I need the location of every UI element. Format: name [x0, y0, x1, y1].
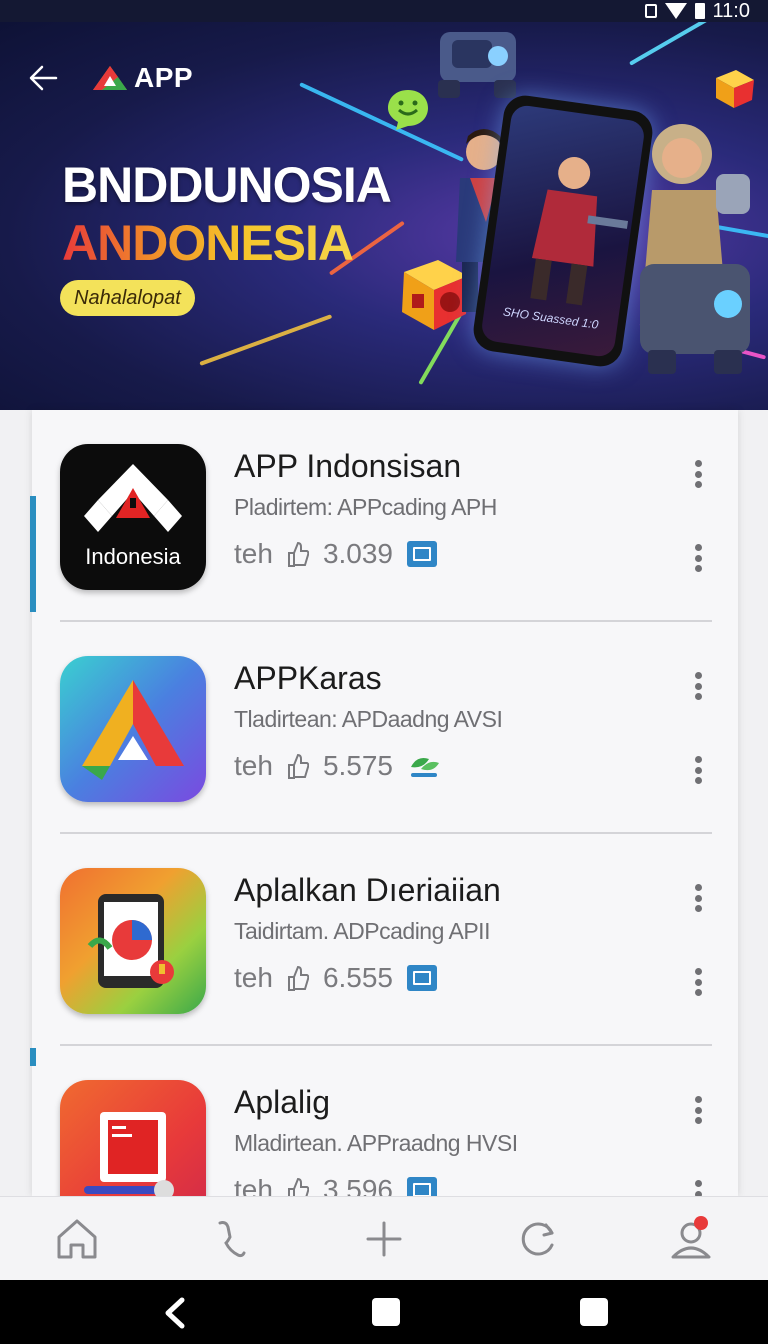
app-list: Indonesia APP Indonsisan Pladirtem: APPc…	[32, 410, 738, 1196]
more-options-icon[interactable]	[694, 544, 702, 572]
like-count: 3.039	[322, 538, 394, 569]
thumbs-up-icon	[287, 541, 309, 567]
wifi-icon	[664, 3, 687, 19]
app-icon-aplalkan[interactable]	[60, 868, 206, 1014]
meta-label: teh	[234, 538, 273, 569]
app-subtitle: Tladirtean: APDaadng AVSI	[234, 706, 503, 732]
system-back-icon[interactable]	[160, 1296, 190, 1330]
refresh-icon[interactable]	[514, 1215, 562, 1263]
like-count: 3.596	[322, 1174, 394, 1196]
list-item[interactable]: Indonesia APP Indonsisan Pladirtem: APPc…	[32, 410, 738, 622]
system-nav-bar	[0, 1280, 768, 1344]
list-item[interactable]: Aplalkan Dıeriaiian Taidirtam. ADPcading…	[32, 834, 738, 1046]
more-options-icon[interactable]	[694, 1096, 702, 1124]
more-options-icon[interactable]	[694, 756, 702, 784]
app-icon-indonesia[interactable]: Indonesia	[60, 444, 206, 590]
notification-icon	[644, 4, 657, 18]
app-meta: teh 6.555	[234, 962, 438, 994]
logo-triangle-icon	[93, 66, 127, 90]
meta-label: teh	[234, 1174, 273, 1196]
meta-label: teh	[234, 750, 273, 781]
character-right-icon	[640, 124, 750, 374]
app-meta: teh 5.575	[234, 750, 441, 782]
thumbs-up-icon	[287, 1177, 309, 1196]
chart-badge-icon	[407, 541, 438, 567]
app-title[interactable]: Aplalkan Dıeriaiian	[234, 872, 501, 909]
plus-icon[interactable]	[360, 1215, 408, 1263]
app-title[interactable]: APP Indonsisan	[234, 448, 461, 485]
status-bar: 11:0	[0, 0, 768, 22]
app-title[interactable]: Aplalig	[234, 1084, 330, 1121]
like-count: 5.575	[322, 750, 394, 781]
app-meta: teh 3.039	[234, 538, 438, 570]
hero-banner: APP BNDDUNOSIA ANDONESIA Nahalalopat SHO…	[0, 22, 768, 410]
chart-badge-icon	[407, 965, 438, 991]
back-arrow-icon[interactable]	[26, 60, 62, 96]
list-item[interactable]: Aplalig Mladirtean. APPraadng HVSI teh 3…	[32, 1046, 738, 1196]
system-recents-button[interactable]	[580, 1298, 608, 1326]
app-subtitle: Pladirtem: APPcading APH	[234, 494, 497, 520]
more-options-icon[interactable]	[694, 1180, 702, 1196]
more-options-icon[interactable]	[694, 672, 702, 700]
small-dice-icon	[716, 70, 754, 108]
list-accent-bar	[30, 496, 36, 612]
list-item[interactable]: APPKaras Tladirtean: APDaadng AVSI teh 5…	[32, 622, 738, 834]
chat-bubble-icon	[388, 90, 428, 130]
more-options-icon[interactable]	[694, 884, 702, 912]
status-time: 11:0	[712, 0, 750, 22]
status-icons: 11:0	[644, 0, 750, 22]
phone-icon[interactable]	[206, 1215, 254, 1263]
app-logo: APP	[92, 62, 193, 94]
app-subtitle: Mladirtean. APPraadng HVSI	[234, 1130, 518, 1156]
robot-vehicle-icon	[438, 32, 516, 98]
app-subtitle: Taidirtam. ADPcading APII	[234, 918, 490, 944]
banner-headline-2: ANDONESIA	[62, 215, 354, 271]
app-icon-appkaras[interactable]	[60, 656, 206, 802]
banner-headline-1: BNDDUNOSIA	[62, 157, 392, 213]
home-icon[interactable]	[53, 1215, 101, 1263]
logo-text: APP	[134, 62, 194, 93]
battery-icon	[694, 3, 705, 19]
profile-icon[interactable]	[667, 1215, 715, 1263]
like-count: 6.555	[322, 962, 394, 993]
thumbs-up-icon	[287, 965, 309, 991]
meta-label: teh	[234, 962, 273, 993]
chart-badge-icon	[407, 1177, 438, 1196]
system-home-button[interactable]	[372, 1298, 400, 1326]
app-meta: teh 3.596	[234, 1174, 438, 1196]
more-options-icon[interactable]	[694, 460, 702, 488]
list-accent-bar	[30, 1048, 36, 1066]
bottom-nav	[0, 1196, 768, 1281]
thumbs-up-icon	[287, 753, 309, 779]
banner-pill-button[interactable]: Nahalalopat	[60, 280, 195, 316]
app-title[interactable]: APPKaras	[234, 660, 382, 697]
leaf-badge-icon	[411, 758, 440, 777]
app-icon-label: Indonesia	[85, 544, 181, 569]
more-options-icon[interactable]	[694, 968, 702, 996]
app-icon-aplalig[interactable]	[60, 1080, 206, 1196]
